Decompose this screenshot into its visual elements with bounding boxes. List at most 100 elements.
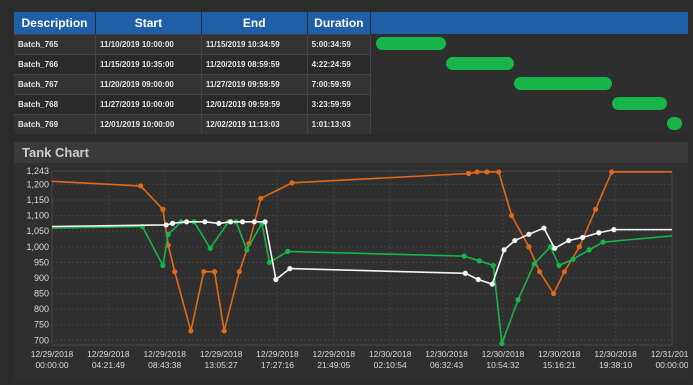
data-point[interactable] <box>262 219 268 225</box>
data-point[interactable] <box>489 281 495 287</box>
data-point[interactable] <box>207 245 213 251</box>
data-point[interactable] <box>586 247 592 253</box>
data-point[interactable] <box>561 269 567 275</box>
data-point[interactable] <box>556 262 562 269</box>
data-point[interactable] <box>515 297 521 303</box>
y-tick-label: 1,000 <box>26 242 49 252</box>
data-point[interactable] <box>499 340 505 347</box>
header-description[interactable]: Description <box>14 12 97 35</box>
x-tick-time: 04:21:49 <box>92 360 125 370</box>
data-point[interactable] <box>501 247 507 253</box>
batch-bar[interactable] <box>611 97 668 110</box>
data-point[interactable] <box>258 195 264 202</box>
data-point[interactable] <box>221 328 227 334</box>
cell-description: Batch_767 <box>14 74 97 95</box>
data-point[interactable] <box>552 245 558 251</box>
data-point[interactable] <box>600 239 606 245</box>
data-point[interactable] <box>566 237 572 244</box>
x-tick-time: 21:49:05 <box>317 360 350 370</box>
data-point[interactable] <box>474 169 480 175</box>
table-row[interactable]: Batch_767 11/20/2019 09:00:00 11/27/2019… <box>14 74 372 95</box>
data-point[interactable] <box>461 253 467 259</box>
table-row[interactable]: Batch_766 11/15/2019 10:35:00 11/20/2019… <box>14 54 372 75</box>
header-start[interactable]: Start <box>95 12 202 35</box>
table-row[interactable]: Batch_765 11/10/2019 10:00:00 11/15/2019… <box>14 34 372 55</box>
batch-bar[interactable] <box>667 117 682 130</box>
data-point[interactable] <box>163 222 169 228</box>
data-point[interactable] <box>475 276 481 283</box>
y-tick-label: 950 <box>34 257 49 267</box>
data-point[interactable] <box>609 169 615 175</box>
data-point[interactable] <box>462 270 468 276</box>
data-point[interactable] <box>273 276 279 283</box>
data-point[interactable] <box>266 259 273 265</box>
data-point[interactable] <box>188 328 194 334</box>
data-point[interactable] <box>465 170 472 177</box>
data-point[interactable] <box>596 230 602 236</box>
data-point[interactable] <box>496 169 502 175</box>
data-point[interactable] <box>289 180 295 186</box>
cell-start: 11/10/2019 10:00:00 <box>95 34 202 55</box>
data-point[interactable] <box>580 234 586 241</box>
data-point[interactable] <box>570 256 576 262</box>
data-point[interactable] <box>285 248 291 255</box>
x-tick-time: 13:05:27 <box>205 360 238 370</box>
data-point[interactable] <box>541 225 547 231</box>
data-point[interactable] <box>526 244 532 250</box>
data-point[interactable] <box>202 219 208 225</box>
data-point[interactable] <box>201 269 207 275</box>
tank-chart[interactable]: 1,243 1,200 1,150 1,100 1,050 1,000 950 900 850 8… <box>14 163 688 380</box>
batch-table: Description Start End Duration Batch_765… <box>14 12 372 134</box>
data-point[interactable] <box>531 261 537 267</box>
data-point[interactable] <box>287 266 293 272</box>
y-tick-label: 1,100 <box>26 211 49 221</box>
batch-bar[interactable] <box>376 37 446 50</box>
cell-end: 12/01/2019 09:59:59 <box>201 94 308 115</box>
data-point[interactable] <box>138 183 144 189</box>
batch-timeline <box>371 34 688 134</box>
data-point[interactable] <box>172 269 178 275</box>
data-point[interactable] <box>592 206 599 212</box>
table-row[interactable]: Batch_768 11/27/2019 10:00:00 12/01/2019… <box>14 94 372 115</box>
header-end[interactable]: End <box>201 12 308 35</box>
timeline-header <box>371 12 688 34</box>
x-tick-date: 12/29/2018 <box>87 349 130 359</box>
data-point[interactable] <box>526 231 532 237</box>
batch-bar[interactable] <box>445 57 515 70</box>
x-tick-date: 12/29/2018 <box>313 349 356 359</box>
cell-start: 12/01/2019 10:00:00 <box>95 114 202 134</box>
data-point[interactable] <box>169 220 176 226</box>
data-point[interactable] <box>537 269 543 275</box>
data-point[interactable] <box>228 219 234 225</box>
data-point[interactable] <box>160 262 166 269</box>
data-point[interactable] <box>512 237 518 244</box>
data-point[interactable] <box>550 290 557 297</box>
data-point[interactable] <box>165 231 171 237</box>
tank-chart-panel: Tank Chart 1,243 1,200 1,150 1,100 1,050 1,00… <box>14 142 688 380</box>
data-point[interactable] <box>251 219 257 225</box>
data-point[interactable] <box>216 220 222 226</box>
cell-start: 11/15/2019 10:35:00 <box>95 54 202 75</box>
x-tick-time: 17:27:16 <box>261 360 294 370</box>
batch-bar[interactable] <box>514 77 612 90</box>
table-row[interactable]: Batch_769 12/01/2019 10:00:00 12/02/2019… <box>14 114 372 134</box>
y-tick-label: 1,200 <box>26 179 49 189</box>
data-point[interactable] <box>236 269 242 275</box>
cell-duration: 7:00:59:59 <box>307 74 372 95</box>
y-tick-label: 900 <box>34 273 49 283</box>
cell-start: 11/20/2019 09:00:00 <box>95 74 202 95</box>
header-duration[interactable]: Duration <box>307 12 372 35</box>
data-point[interactable] <box>484 169 490 175</box>
data-point[interactable] <box>576 244 583 250</box>
data-point[interactable] <box>490 262 496 269</box>
data-point[interactable] <box>476 258 482 264</box>
data-point[interactable] <box>211 269 218 275</box>
data-point[interactable] <box>611 227 617 233</box>
data-point[interactable] <box>244 247 250 253</box>
cell-description: Batch_768 <box>14 94 97 115</box>
data-point[interactable] <box>239 219 246 225</box>
batch-gantt-panel: Description Start End Duration Batch_765… <box>14 12 688 134</box>
data-point[interactable] <box>509 212 515 219</box>
data-point[interactable] <box>160 206 166 212</box>
data-point[interactable] <box>183 219 190 225</box>
